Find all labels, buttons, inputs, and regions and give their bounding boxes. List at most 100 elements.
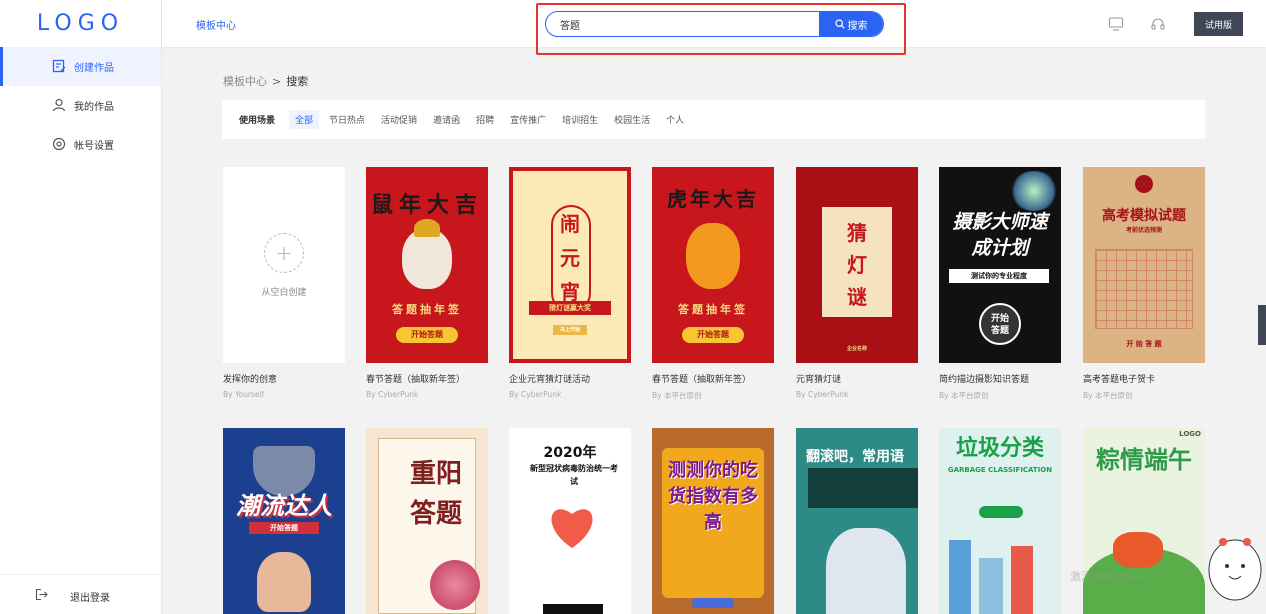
template-thumbnail[interactable]: 重阳答题 [366,428,488,614]
top-header: 模板中心 搜索 试用版 [162,0,1266,55]
template-thumbnail[interactable]: 垃圾分类 GARBAGE CLASSIFICATION [939,428,1061,614]
heart-icon [551,509,593,548]
monitor-icon[interactable] [1108,16,1124,32]
poster-subtitle: 猜灯谜赢大奖 [529,301,611,315]
poster-button: 开始答题 [682,327,744,343]
poster-button [692,598,734,608]
template-card[interactable]: 虎年大吉 答题抽年签 开始答题 春节答题（抽取新年签） By 本平台原创 [652,167,774,401]
breadcrumb-parent[interactable]: 模板中心 [223,75,267,88]
dragon-illustration [1113,532,1163,568]
card-author: By CyberPunk [509,390,562,399]
edit-icon [52,59,66,73]
card-author: By 本平台原创 [939,391,989,400]
template-card[interactable]: LOGO 粽情端午 [1083,428,1205,614]
filter-option[interactable]: 招聘 [470,110,500,129]
filter-option[interactable]: 邀请函 [427,110,466,129]
template-card[interactable]: 测测你的吃货指数有多高 [652,428,774,614]
poster-button: 开始答题 [979,303,1021,345]
search-icon [834,19,845,29]
poster-title: 测测你的吃货指数有多高 [668,460,758,533]
template-card[interactable]: 潮流达人 开始答题 [223,428,345,614]
logout-button[interactable]: 退出登录 [0,574,162,614]
filter-option[interactable]: 培训招生 [556,110,604,129]
template-thumbnail[interactable]: 测测你的吃货指数有多高 [652,428,774,614]
template-thumbnail[interactable]: 闹元宵 猜灯谜赢大奖 马上开始 [509,167,631,363]
filter-option[interactable]: 节日热点 [323,110,371,129]
poster-subtitle: 答题抽年签 [392,303,462,316]
poster-title: 鼠年大吉 [370,192,483,218]
search-button-label: 搜索 [847,20,868,32]
filter-option[interactable]: 宣传推广 [504,110,552,129]
card-title: 元宵猜灯谜 [796,375,842,385]
card-title: 春节答题（抽取新年签） [652,375,752,385]
template-card[interactable]: 重阳答题 [366,428,488,614]
card-title: 企业元宵猜灯谜活动 [509,375,591,385]
blank-thumbnail[interactable]: + 从空白创建 [223,167,345,363]
user-icon [52,98,66,112]
sidebar-item-account-settings[interactable]: 帐号设置 [0,125,161,164]
template-card[interactable]: 翻滚吧，常用语 [796,428,918,614]
poster-subtitle: 答题抽年签 [678,303,748,316]
template-card[interactable]: 闹元宵 猜灯谜赢大奖 马上开始 企业元宵猜灯谜活动 By CyberPunk [509,167,631,399]
poster-subtitle: GARBAGE CLASSIFICATION [947,466,1053,474]
poster-title: 翻滚吧，常用语 [806,449,904,465]
tiger-illustration [686,223,740,289]
template-thumbnail[interactable]: LOGO 粽情端午 [1083,428,1205,614]
template-card-blank[interactable]: + 从空白创建 发挥你的创意 By Yourself [223,167,345,399]
breadcrumb-current: 搜索 [286,75,309,88]
template-thumbnail[interactable]: 潮流达人 开始答题 [223,428,345,614]
scene-filter-bar: 使用场景 全部 节日热点 活动促销 邀请函 招聘 宣传推广 培训招生 校园生活 … [222,100,1205,139]
answer-grid [1095,249,1193,329]
template-center-link[interactable]: 模板中心 [196,17,236,32]
search-button[interactable]: 搜索 [819,12,883,36]
template-thumbnail[interactable]: 鼠年大吉 答题抽年签 开始答题 [366,167,488,363]
template-thumbnail[interactable]: 翻滚吧，常用语 [796,428,918,614]
trial-button[interactable]: 试用版 [1194,12,1243,36]
poster-title: 2020年 [543,445,597,461]
template-card[interactable]: 摄影大师速成计划 测试你的专业程度 开始答题 简约描边摄影知识答题 By 本平台… [939,167,1061,401]
logout-icon [35,588,48,601]
flower-illustration [430,560,480,610]
sidebar-item-my-works[interactable]: 我的作品 [0,86,161,125]
template-card[interactable]: 猜灯谜 企业名称 元宵猜灯谜 By CyberPunk [796,167,918,399]
filter-option[interactable]: 个人 [660,110,690,129]
filter-option-all[interactable]: 全部 [289,110,320,129]
character-illustration [826,528,906,614]
poster-button: 开始答题 [249,522,319,534]
template-thumbnail[interactable]: 虎年大吉 答题抽年签 开始答题 [652,167,774,363]
filter-option[interactable]: 校园生活 [608,110,656,129]
floating-side-tab[interactable] [1258,305,1266,345]
wax-seal-icon [1135,175,1153,193]
card-title: 简约描边摄影知识答题 [939,375,1030,385]
template-thumbnail[interactable]: 2020年 新型冠状病毒防治统一考试 [509,428,631,614]
hat-illustration [414,219,440,237]
template-thumbnail[interactable]: 摄影大师速成计划 测试你的专业程度 开始答题 [939,167,1061,363]
poster-title: 垃圾分类 [955,436,1044,461]
filter-option[interactable]: 活动促销 [375,110,423,129]
plus-icon: + [264,232,304,273]
building-illustration [979,558,1003,614]
poster-title: 虎年大吉 [667,187,759,211]
sidebar-item-label: 我的作品 [74,102,114,113]
card-author: By Yourself [223,390,265,399]
sidebar: LOGO 创建作品 我的作品 帐号设置 退出登录 [0,0,162,614]
building-illustration [1011,546,1033,614]
logout-label: 退出登录 [70,593,110,604]
template-card[interactable]: 垃圾分类 GARBAGE CLASSIFICATION [939,428,1061,614]
poster-button: 开 始 答 题 [1126,340,1162,348]
poster-title: 重阳答题 [410,459,463,529]
card-author: By 本平台原创 [1083,391,1133,400]
sidebar-item-create[interactable]: 创建作品 [0,47,161,86]
template-card[interactable]: 2020年 新型冠状病毒防治统一考试 [509,428,631,614]
search-input[interactable] [546,12,820,36]
template-thumbnail[interactable]: 猜灯谜 企业名称 [796,167,918,363]
character-illustration [257,552,311,612]
poster-subtitle: 新型冠状病毒防治统一考试 [530,464,618,486]
mascot-icon[interactable] [1201,520,1266,614]
template-card[interactable]: 鼠年大吉 答题抽年签 开始答题 春节答题（抽取新年签） By CyberPunk [366,167,488,399]
poster-title: 摄影大师速成计划 [952,211,1048,259]
template-card[interactable]: 高考模拟试题 考前优选预测 开 始 答 题 高考答题电子贺卡 By 本平台原创 [1083,167,1205,401]
headset-icon[interactable] [1150,16,1166,32]
lens-illustration [1009,171,1059,211]
template-thumbnail[interactable]: 高考模拟试题 考前优选预测 开 始 答 题 [1083,167,1205,363]
